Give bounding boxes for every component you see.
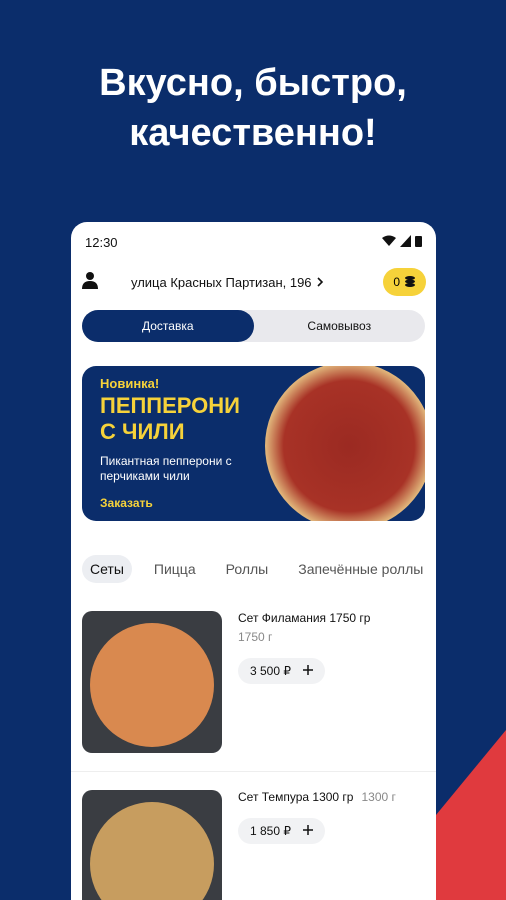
add-to-cart-button[interactable]: 1 850 ₽ xyxy=(238,818,325,844)
category-tab-pizza[interactable]: Пицца xyxy=(146,555,204,583)
product-image xyxy=(82,611,222,753)
banner-label: Новинка! xyxy=(100,376,160,391)
promo-banner[interactable]: Новинка! ПЕППЕРОНИ С ЧИЛИ Пикантная пепп… xyxy=(82,366,425,521)
signal-icon xyxy=(400,234,411,250)
delivery-mode-toggle: Доставка Самовывоз xyxy=(82,310,425,342)
product-card[interactable]: Сет Филамания 1750 гр 1750 г 3 500 ₽ xyxy=(71,611,436,753)
tab-delivery[interactable]: Доставка xyxy=(82,310,254,342)
phone-screen: 12:30 улица Красных Партизан, 196 0 Дост… xyxy=(71,222,436,900)
banner-order-link[interactable]: Заказать xyxy=(100,496,153,510)
address-text: улица Красных Партизан, 196 xyxy=(131,274,312,290)
product-weight: 1750 г xyxy=(238,630,273,644)
banner-description: Пикантная пепперони с перчиками чили xyxy=(100,454,232,483)
product-card[interactable]: Сет Темпура 1300 гр 1300 г 1 850 ₽ xyxy=(71,771,436,900)
product-name: Сет Филамания 1750 гр xyxy=(238,611,371,625)
coins-stack-icon xyxy=(404,275,416,290)
product-price: 3 500 ₽ xyxy=(250,664,291,678)
promo-headline: Вкусно, быстро, качественно! xyxy=(0,58,506,158)
address-selector[interactable]: улица Красных Партизан, 196 xyxy=(111,275,383,290)
status-bar: 12:30 xyxy=(71,222,436,262)
headline-line1: Вкусно, быстро, xyxy=(99,62,407,104)
bonus-coins-button[interactable]: 0 xyxy=(383,268,426,296)
product-price: 1 850 ₽ xyxy=(250,824,291,838)
wifi-icon xyxy=(382,235,396,250)
headline-line2: качественно! xyxy=(129,112,377,154)
app-header: улица Красных Партизан, 196 0 xyxy=(71,262,436,302)
category-tab-baked-rolls[interactable]: Запечённые роллы xyxy=(290,555,431,583)
plus-icon xyxy=(303,664,313,678)
add-to-cart-button[interactable]: 3 500 ₽ xyxy=(238,658,325,684)
plus-icon xyxy=(303,824,313,838)
chevron-right-icon xyxy=(316,275,324,290)
profile-icon[interactable] xyxy=(81,271,111,294)
product-name: Сет Темпура 1300 гр xyxy=(238,790,354,804)
category-tab-rolls[interactable]: Роллы xyxy=(218,555,277,583)
coins-count: 0 xyxy=(393,275,400,289)
tab-pickup[interactable]: Самовывоз xyxy=(254,310,426,342)
product-weight: 1300 г xyxy=(361,790,396,804)
status-time: 12:30 xyxy=(85,234,118,250)
product-list: Сет Филамания 1750 гр 1750 г 3 500 ₽ Сет… xyxy=(71,611,436,900)
product-image xyxy=(82,790,222,900)
category-tabs: Сеты Пицца Роллы Запечённые роллы xyxy=(82,555,436,583)
battery-icon xyxy=(415,235,422,250)
pizza-image xyxy=(265,366,425,521)
category-tab-sets[interactable]: Сеты xyxy=(82,555,132,583)
banner-title: ПЕППЕРОНИ С ЧИЛИ xyxy=(100,393,240,444)
